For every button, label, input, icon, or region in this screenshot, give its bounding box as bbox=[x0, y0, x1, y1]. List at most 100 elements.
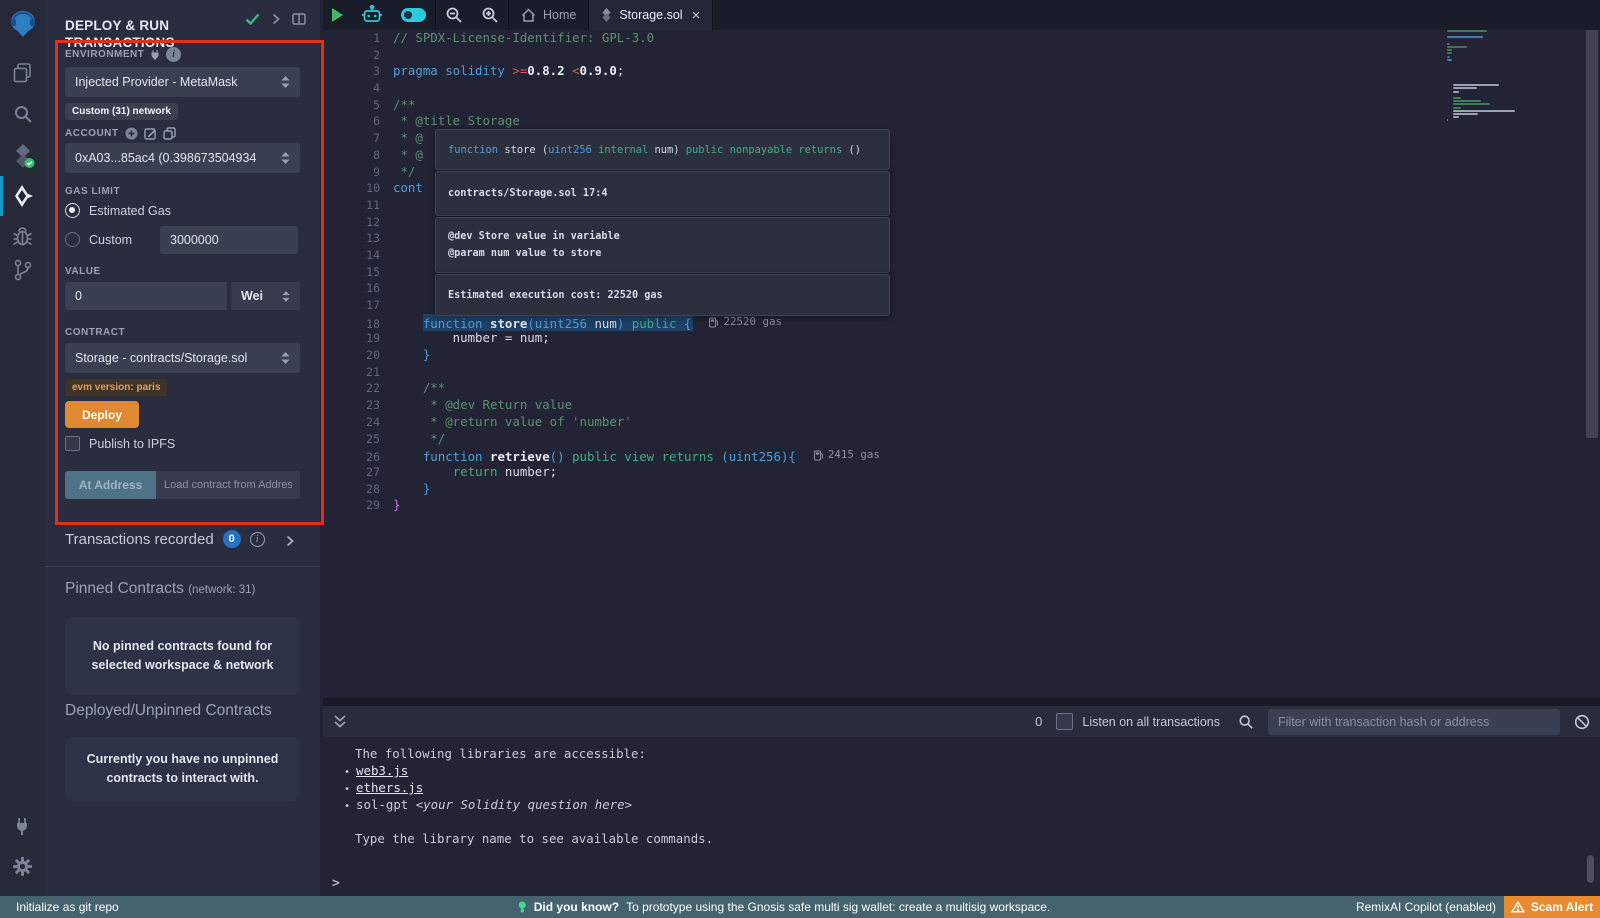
tab-home[interactable]: Home bbox=[509, 0, 588, 30]
code-line[interactable]: 19 number = num; bbox=[323, 330, 1600, 347]
deploy-run-icon[interactable] bbox=[0, 178, 45, 214]
at-address-button[interactable]: At Address bbox=[65, 471, 156, 499]
custom-gas-input[interactable] bbox=[160, 226, 298, 254]
code-line[interactable]: 1// SPDX-License-Identifier: GPL-3.0 bbox=[323, 30, 1600, 47]
status-bar: Initialize as git repo Did you know? To … bbox=[0, 896, 1600, 918]
environment-select[interactable]: Injected Provider - MetaMask bbox=[65, 67, 300, 97]
evm-version-badge: evm version: paris bbox=[65, 379, 167, 396]
code-line[interactable]: 6 * @title Storage bbox=[323, 113, 1600, 130]
copy-address-icon[interactable] bbox=[163, 127, 176, 140]
environment-label: ENVIRONMENT i bbox=[65, 47, 181, 62]
value-input[interactable] bbox=[65, 282, 227, 310]
radio-unselected[interactable] bbox=[65, 232, 80, 247]
code-line[interactable]: 27 return number; bbox=[323, 464, 1600, 481]
terminal-line bbox=[323, 813, 1600, 830]
panel-expand-chevron-icon[interactable] bbox=[272, 13, 280, 25]
deployed-contracts-title: Deployed/Unpinned Contracts bbox=[65, 702, 272, 720]
environment-info-icon[interactable]: i bbox=[166, 47, 181, 62]
estimated-gas-radio[interactable]: Estimated Gas bbox=[65, 203, 171, 218]
code-line[interactable]: 26 function retrieve() public view retur… bbox=[323, 447, 1600, 464]
code-line[interactable]: 23 * @dev Return value bbox=[323, 397, 1600, 414]
radio-selected[interactable] bbox=[65, 203, 80, 218]
play-icon bbox=[332, 8, 343, 22]
hover-tooltip: function store (uint256 internal num) pu… bbox=[435, 129, 890, 317]
terminal-line: Type the library name to see available c… bbox=[323, 830, 1600, 847]
terminal-expand-icon[interactable] bbox=[333, 714, 347, 729]
zoom-in-button[interactable] bbox=[472, 0, 508, 30]
terminal-line: •web3.js bbox=[323, 762, 1600, 779]
clear-console-icon[interactable] bbox=[1574, 714, 1590, 730]
deploy-button[interactable]: Deploy bbox=[65, 401, 139, 428]
value-label: VALUE bbox=[65, 266, 101, 277]
code-line[interactable]: 29} bbox=[323, 497, 1600, 514]
code-line[interactable]: 3pragma solidity >=0.8.2 <0.9.0; bbox=[323, 63, 1600, 80]
copilot-toggle[interactable] bbox=[392, 0, 435, 30]
tab-storage-sol[interactable]: Storage.sol × bbox=[589, 0, 712, 30]
contract-label: CONTRACT bbox=[65, 327, 125, 338]
terminal-prompt[interactable]: > bbox=[332, 876, 340, 891]
debugger-icon[interactable] bbox=[0, 218, 45, 254]
account-label: ACCOUNT bbox=[65, 127, 176, 140]
select-stepper-icon bbox=[281, 152, 290, 164]
add-account-icon[interactable] bbox=[125, 127, 138, 140]
account-select[interactable]: 0xA03...85ac4 (0.398673504934 bbox=[65, 143, 300, 173]
plugin-manager-icon[interactable] bbox=[0, 808, 45, 844]
remix-ide-window: DEPLOY & RUN TRANSACTIONS ENVIRONMENT i … bbox=[0, 0, 1600, 918]
git-icon[interactable] bbox=[0, 252, 45, 288]
terminal-body[interactable]: The following libraries are accessible:•… bbox=[323, 737, 1600, 896]
value-unit-select[interactable]: Wei bbox=[231, 282, 300, 310]
code-line[interactable]: 25 */ bbox=[323, 431, 1600, 448]
code-line[interactable]: 20 } bbox=[323, 347, 1600, 364]
remix-logo-icon[interactable] bbox=[0, 4, 45, 44]
run-script-button[interactable] bbox=[323, 0, 352, 30]
editor-area: Home Storage.sol × 1// SPDX-License-Iden… bbox=[323, 0, 1600, 896]
code-line[interactable]: 5/** bbox=[323, 97, 1600, 114]
search-icon[interactable] bbox=[0, 96, 45, 132]
code-line[interactable]: 28 } bbox=[323, 481, 1600, 498]
terminal-link[interactable]: web3.js bbox=[356, 763, 408, 778]
transactions-expand-icon[interactable] bbox=[286, 535, 294, 547]
contract-select[interactable]: Storage - contracts/Storage.sol bbox=[65, 343, 300, 373]
toggle-on-icon bbox=[401, 8, 426, 22]
file-explorer-icon[interactable] bbox=[0, 54, 45, 90]
terminal-link[interactable]: ethers.js bbox=[356, 780, 423, 795]
listen-transactions-checkbox[interactable] bbox=[1056, 713, 1073, 730]
code-line[interactable]: 4 bbox=[323, 80, 1600, 97]
transactions-info-icon[interactable]: i bbox=[250, 532, 265, 547]
editor-tabbar: Home Storage.sol × bbox=[323, 0, 1600, 30]
code-line[interactable]: 22 /** bbox=[323, 380, 1600, 397]
code-line[interactable]: 2 bbox=[323, 47, 1600, 64]
gas-estimate-annotation: 2415 gas bbox=[814, 447, 880, 464]
tooltip-docs: @dev Store value in variable@param num v… bbox=[435, 217, 890, 273]
custom-gas-radio[interactable]: Custom bbox=[65, 232, 132, 247]
ai-copilot-robot-icon[interactable] bbox=[352, 0, 392, 30]
solidity-compiler-icon[interactable] bbox=[0, 138, 45, 174]
scam-alert-button[interactable]: Scam Alert bbox=[1504, 896, 1600, 918]
select-stepper-icon bbox=[282, 291, 290, 302]
tooltip-signature: function store (uint256 internal num) pu… bbox=[435, 129, 890, 170]
zoom-out-button[interactable] bbox=[436, 0, 472, 30]
settings-gear-icon[interactable] bbox=[0, 848, 45, 884]
home-icon bbox=[521, 8, 536, 22]
pinned-contracts-title: Pinned Contracts (network: 31) bbox=[65, 580, 255, 598]
terminal-line: •ethers.js bbox=[323, 779, 1600, 796]
sign-message-icon[interactable] bbox=[144, 127, 157, 140]
init-git-repo-button[interactable]: Initialize as git repo bbox=[0, 900, 119, 914]
code-line[interactable]: 21 bbox=[323, 364, 1600, 381]
panel-layout-icon[interactable] bbox=[292, 13, 306, 25]
deploy-run-panel: DEPLOY & RUN TRANSACTIONS ENVIRONMENT i … bbox=[45, 0, 320, 896]
gas-limit-label: GAS LIMIT bbox=[65, 186, 120, 197]
code-line[interactable]: 24 * @return value of 'number' bbox=[323, 414, 1600, 431]
code-editor[interactable]: 1// SPDX-License-Identifier: GPL-3.023pr… bbox=[323, 30, 1600, 698]
terminal-filter-input[interactable] bbox=[1268, 709, 1560, 735]
terminal-search-icon[interactable] bbox=[1238, 714, 1254, 730]
at-address-input[interactable] bbox=[156, 471, 300, 499]
publish-ipfs-checkbox[interactable] bbox=[65, 436, 80, 451]
terminal-scrollbar-thumb[interactable] bbox=[1587, 855, 1594, 883]
activity-bar bbox=[0, 0, 46, 896]
plug-icon[interactable] bbox=[150, 49, 160, 60]
terminal-line: The following libraries are accessible: bbox=[323, 745, 1600, 762]
select-stepper-icon bbox=[281, 76, 290, 88]
close-tab-icon[interactable]: × bbox=[692, 7, 701, 24]
copilot-status[interactable]: RemixAI Copilot (enabled) bbox=[1356, 900, 1496, 914]
